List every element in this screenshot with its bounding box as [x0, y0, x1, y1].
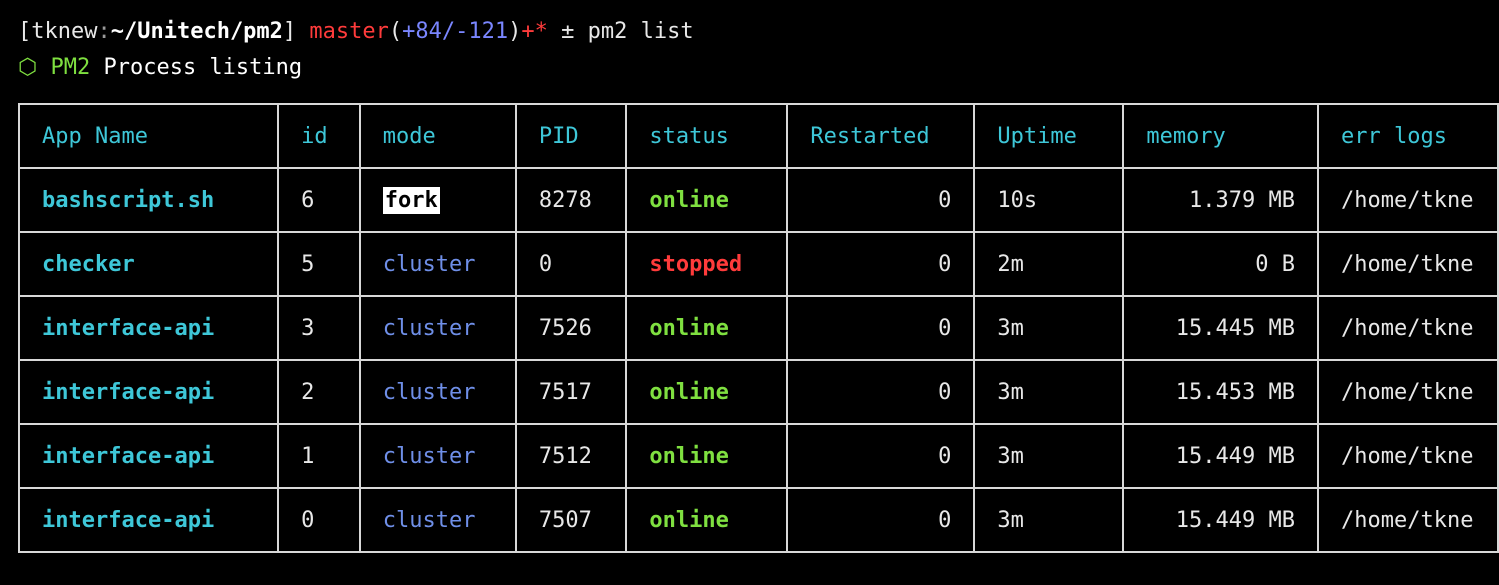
cell-pid: 7517 [514, 359, 628, 425]
table-row[interactable]: interface-api 0 cluster 7507 online 0 3m… [17, 487, 1499, 553]
cell-memory: 15.449 MB [1122, 423, 1319, 489]
cell-id: 3 [277, 295, 361, 361]
cell-restarted: 0 [786, 423, 976, 489]
cell-err-logs: /home/tkne [1317, 423, 1499, 489]
process-table-header: App Name id mode PID status Restarted Up… [17, 103, 1499, 169]
cell-id: 6 [277, 167, 361, 233]
cell-mode: cluster [358, 487, 517, 553]
cell-app-name: interface-api [17, 359, 280, 425]
cell-mode: cluster [358, 295, 517, 361]
cell-pid: 7526 [514, 295, 628, 361]
cell-memory: 15.445 MB [1122, 295, 1319, 361]
cell-status: online [625, 295, 789, 361]
cell-restarted: 0 [786, 231, 976, 297]
cell-memory: 15.449 MB [1122, 487, 1319, 553]
cell-restarted: 0 [786, 295, 976, 361]
header-memory: memory [1122, 103, 1319, 169]
table-row[interactable]: interface-api 2 cluster 7517 online 0 3m… [17, 359, 1499, 425]
cell-mode: cluster [358, 359, 517, 425]
process-table: App Name id mode PID status Restarted Up… [17, 103, 1499, 553]
cell-mode: fork [358, 167, 517, 233]
cell-status: online [625, 167, 789, 233]
header-mode: mode [358, 103, 517, 169]
cell-pid: 7507 [514, 487, 628, 553]
cell-memory: 0 B [1122, 231, 1319, 297]
cell-memory: 15.453 MB [1122, 359, 1319, 425]
cell-restarted: 0 [786, 487, 976, 553]
cell-app-name: interface-api [17, 423, 280, 489]
cell-app-name: checker [17, 231, 280, 297]
terminal-window[interactable]: [tknew:~/Unitech/pm2] master(+84/-121)+*… [0, 0, 1499, 585]
header-row: App Name id mode PID status Restarted Up… [17, 103, 1499, 169]
cell-err-logs: /home/tkne [1317, 231, 1499, 297]
cell-memory: 1.379 MB [1122, 167, 1319, 233]
cell-id: 2 [277, 359, 361, 425]
process-table-body: bashscript.sh 6 fork 8278 online 0 10s 1… [17, 167, 1499, 553]
header-app-name: App Name [17, 103, 280, 169]
cell-uptime: 3m [973, 295, 1125, 361]
header-err-logs: err logs [1317, 103, 1499, 169]
mode-fork-highlight: fork [382, 186, 440, 214]
table-row[interactable]: bashscript.sh 6 fork 8278 online 0 10s 1… [17, 167, 1499, 233]
cell-pid: 8278 [514, 167, 628, 233]
cell-id: 1 [277, 423, 361, 489]
header-pid: PID [514, 103, 628, 169]
cell-uptime: 10s [973, 167, 1125, 233]
cell-uptime: 2m [973, 231, 1125, 297]
table-row[interactable]: interface-api 1 cluster 7512 online 0 3m… [17, 423, 1499, 489]
cell-status: online [625, 487, 789, 553]
cell-app-name: bashscript.sh [17, 167, 280, 233]
cell-status: stopped [625, 231, 789, 297]
cell-id: 5 [277, 231, 361, 297]
cell-id: 0 [277, 487, 361, 553]
cell-restarted: 0 [786, 167, 976, 233]
cell-err-logs: /home/tkne [1317, 487, 1499, 553]
cell-uptime: 3m [973, 487, 1125, 553]
cell-mode: cluster [358, 423, 517, 489]
table-viewport: App Name id mode PID status Restarted Up… [0, 0, 1499, 585]
cell-restarted: 0 [786, 359, 976, 425]
header-id: id [277, 103, 361, 169]
table-row[interactable]: checker 5 cluster 0 stopped 0 2m 0 B /ho… [17, 231, 1499, 297]
cell-pid: 0 [514, 231, 628, 297]
table-row[interactable]: interface-api 3 cluster 7526 online 0 3m… [17, 295, 1499, 361]
cell-status: online [625, 423, 789, 489]
header-status: status [625, 103, 789, 169]
cell-pid: 7512 [514, 423, 628, 489]
cell-status: online [625, 359, 789, 425]
cell-err-logs: /home/tkne [1317, 167, 1499, 233]
cell-err-logs: /home/tkne [1317, 359, 1499, 425]
cell-uptime: 3m [973, 359, 1125, 425]
header-restarted: Restarted [786, 103, 976, 169]
cell-app-name: interface-api [17, 295, 280, 361]
cell-mode: cluster [358, 231, 517, 297]
cell-app-name: interface-api [17, 487, 280, 553]
cell-err-logs: /home/tkne [1317, 295, 1499, 361]
header-uptime: Uptime [973, 103, 1125, 169]
cell-uptime: 3m [973, 423, 1125, 489]
